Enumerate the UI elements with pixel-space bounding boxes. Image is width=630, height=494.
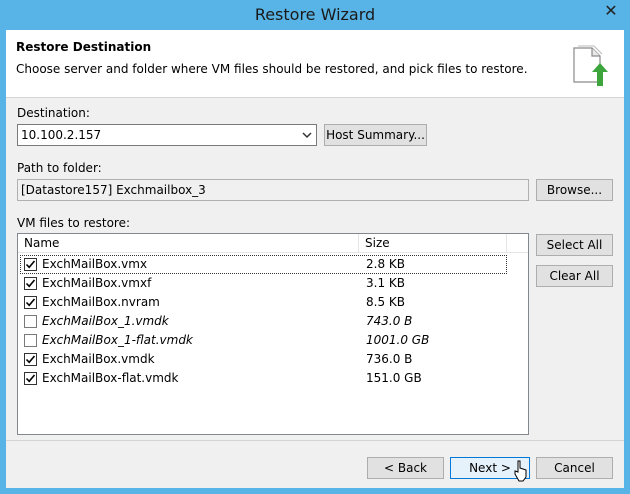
close-icon[interactable]: ✕ — [600, 1, 622, 21]
file-size: 8.5 KB — [366, 295, 405, 309]
checkmark-icon — [25, 279, 36, 288]
table-row[interactable]: ExchMailBox.vmdk 736.0 B — [18, 350, 528, 369]
destination-label: Destination: — [17, 106, 90, 120]
destination-value: 10.100.2.157 — [21, 128, 102, 142]
back-button[interactable]: < Back — [367, 457, 444, 479]
checkbox-checked[interactable] — [24, 372, 37, 385]
browse-button[interactable]: Browse... — [536, 179, 613, 201]
column-header-name[interactable]: Name — [18, 234, 359, 253]
checkbox-checked[interactable] — [24, 277, 37, 290]
window-title: Restore Wizard — [254, 5, 376, 24]
restore-files-icon — [573, 45, 608, 86]
checkbox-unchecked[interactable] — [24, 334, 37, 347]
file-name: ExchMailBox_1.vmdk — [42, 314, 169, 328]
file-size: 743.0 B — [366, 314, 413, 328]
list-rows: ExchMailBox.vmx 2.8 KB ExchMailBox.vmxf 3.1… — [18, 255, 528, 388]
title-bar[interactable]: Restore Wizard ✕ — [0, 0, 630, 30]
table-row[interactable]: ExchMailBox-flat.vmdk 151.0 GB — [18, 369, 528, 388]
checkmark-icon — [25, 374, 36, 383]
step-description: Choose server and folder where VM files … — [16, 62, 528, 76]
wizard-client-area: Restore Destination Choose server and fo… — [6, 30, 624, 488]
checkmark-icon — [25, 260, 36, 269]
restore-wizard-window: Restore Wizard ✕ Restore Destination Cho… — [0, 0, 630, 494]
files-list[interactable]: Name Size ExchMailBox.vmx 2.8 KB ExchMailB… — [17, 233, 529, 435]
table-row[interactable]: ExchMailBox.vmx 2.8 KB — [20, 255, 507, 274]
footer-divider — [6, 440, 624, 441]
file-name: ExchMailBox.vmx — [42, 257, 148, 271]
file-name: ExchMailBox.vmdk — [42, 352, 155, 366]
cancel-button[interactable]: Cancel — [536, 457, 613, 479]
files-label: VM files to restore: — [17, 216, 131, 230]
select-all-button[interactable]: Select All — [536, 234, 613, 256]
checkbox-checked[interactable] — [24, 296, 37, 309]
table-row[interactable]: ExchMailBox.vmxf 3.1 KB — [18, 274, 528, 293]
path-value: [Datastore157] Exchmailbox_3 — [21, 183, 206, 197]
host-summary-button[interactable]: Host Summary... — [324, 124, 427, 146]
checkbox-checked[interactable] — [24, 353, 37, 366]
list-header: Name Size — [18, 234, 528, 253]
file-size: 736.0 B — [366, 352, 413, 366]
file-name: ExchMailBox.vmxf — [42, 276, 152, 290]
file-size: 2.8 KB — [366, 257, 405, 271]
checkbox-unchecked[interactable] — [24, 315, 37, 328]
path-field[interactable]: [Datastore157] Exchmailbox_3 — [17, 179, 529, 201]
clear-all-button[interactable]: Clear All — [536, 265, 613, 287]
table-row[interactable]: ExchMailBox_1-flat.vmdk 1001.0 GB — [18, 331, 528, 350]
file-size: 3.1 KB — [366, 276, 405, 290]
table-row[interactable]: ExchMailBox_1.vmdk 743.0 B — [18, 312, 528, 331]
checkbox-checked[interactable] — [24, 258, 37, 271]
wizard-header: Restore Destination Choose server and fo… — [6, 30, 624, 98]
file-size: 151.0 GB — [366, 371, 422, 385]
step-title: Restore Destination — [16, 40, 152, 54]
file-size: 1001.0 GB — [366, 333, 430, 347]
checkmark-icon — [25, 355, 36, 364]
destination-select[interactable]: 10.100.2.157 — [17, 124, 317, 146]
table-row[interactable]: ExchMailBox.nvram 8.5 KB — [18, 293, 528, 312]
mouse-cursor-icon — [514, 460, 527, 482]
chevron-down-icon — [302, 132, 312, 139]
column-header-size[interactable]: Size — [359, 234, 507, 253]
file-name: ExchMailBox.nvram — [42, 295, 160, 309]
file-name: ExchMailBox_1-flat.vmdk — [42, 333, 193, 347]
checkmark-icon — [25, 298, 36, 307]
path-label: Path to folder: — [17, 161, 102, 175]
file-name: ExchMailBox-flat.vmdk — [42, 371, 179, 385]
